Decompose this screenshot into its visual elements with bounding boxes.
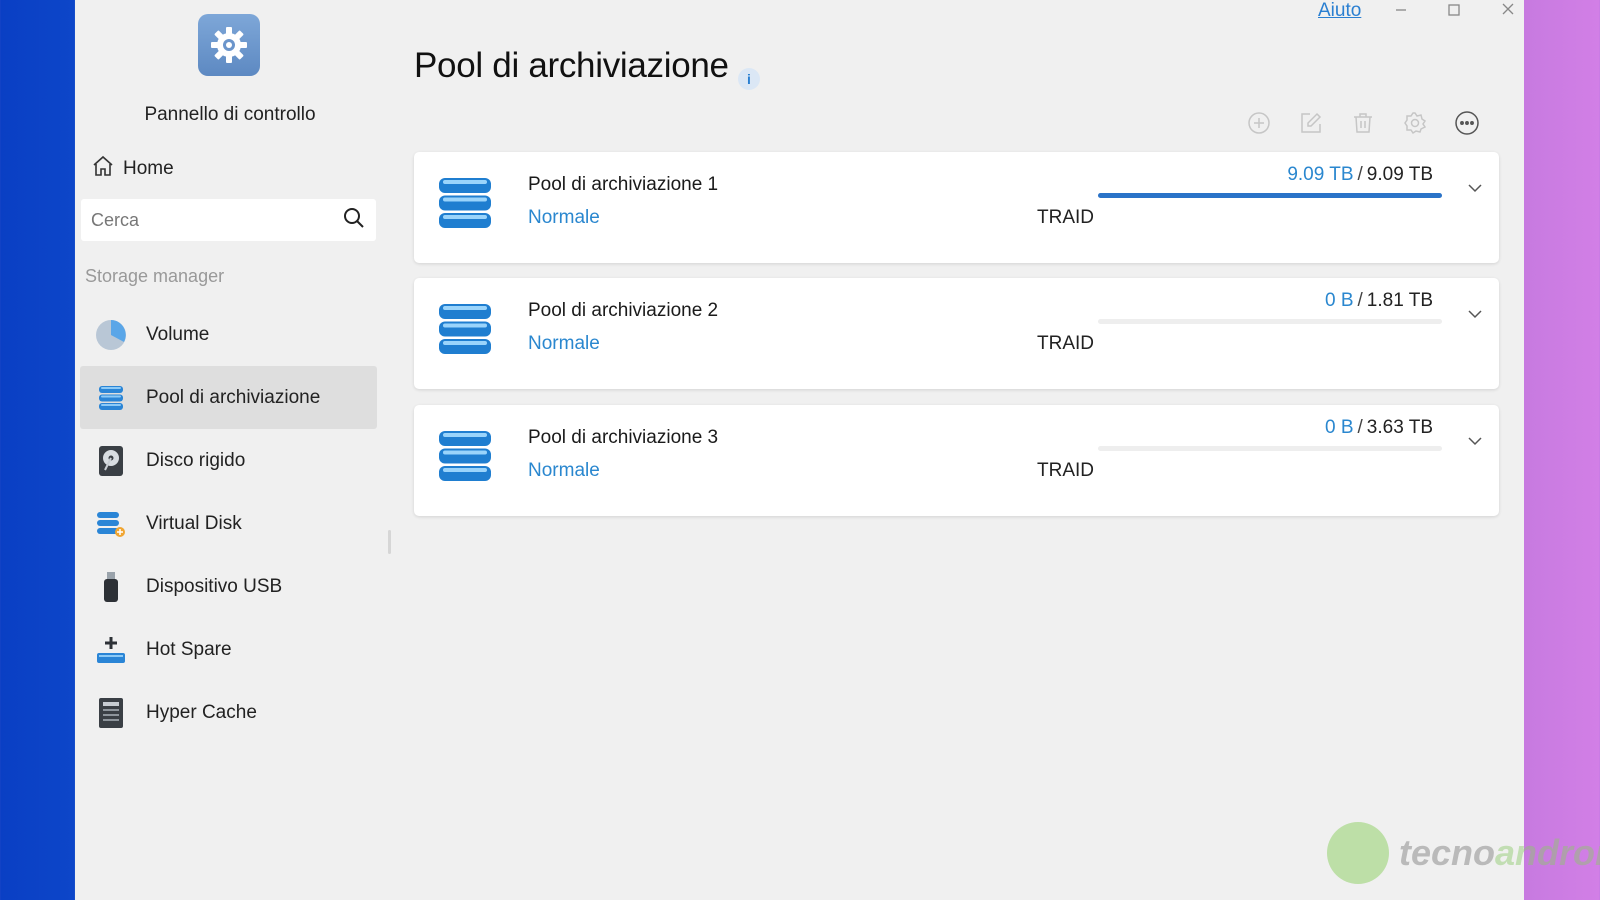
info-icon[interactable]: i [738,68,760,90]
pool-status: Normale [528,333,600,354]
pool-card[interactable]: Pool di archiviazione 2 Normale TRAID 0 … [414,278,1499,389]
watermark-text-b: android [1495,832,1600,873]
usage-bar [1098,446,1442,451]
sidebar-item-storage-pool[interactable]: Pool di archiviazione [80,366,377,429]
sidebar-item-label: Hot Spare [146,638,232,660]
pool-status: Normale [528,460,600,481]
sidebar-item-hard-disk[interactable]: Disco rigido [80,429,377,492]
usage-separator: / [1357,290,1363,311]
sidebar-item-label: Pool di archiviazione [146,386,321,408]
pool-name: Pool di archiviazione 2 [528,300,719,321]
page-title: Pool di archiviazione [414,46,729,85]
delete-icon[interactable] [1350,110,1376,136]
pool-usage: 0 B/1.81 TB [1325,290,1433,312]
pool-usage: 9.09 TB/9.09 TB [1287,164,1433,186]
database-icon [436,427,494,490]
chevron-down-icon[interactable] [1465,304,1485,324]
more-icon[interactable] [1454,110,1480,136]
sidebar-splitter[interactable] [388,530,391,554]
home-link[interactable]: Home [91,154,174,184]
hot-spare-icon [94,633,128,667]
pool-type: TRAID [1037,333,1094,354]
search-icon[interactable] [342,206,366,235]
pool-name: Pool di archiviazione 1 [528,174,719,195]
pool-used: 9.09 TB [1287,164,1354,185]
sidebar-item-label: Dispositivo USB [146,575,283,597]
chevron-down-icon[interactable] [1465,178,1485,198]
pool-used: 0 B [1324,417,1354,438]
sidebar-nav: Volume Pool di archiviazione Disco rigid… [80,303,377,744]
maximize-button[interactable] [1442,0,1466,25]
watermark-text-a: tecno [1399,832,1496,873]
pool-usage: 0 B/3.63 TB [1325,417,1433,439]
pool-used: 0 B [1324,290,1354,311]
sidebar-item-usb-device[interactable]: Dispositivo USB [80,555,377,618]
add-icon[interactable] [1246,110,1272,136]
sidebar-item-label: Volume [146,323,210,345]
home-label: Home [123,158,174,179]
home-icon [91,154,115,184]
pool-total: 9.09 TB [1366,164,1433,185]
virtual-disk-icon [94,507,128,541]
section-label: Storage manager [85,266,225,286]
chevron-down-icon[interactable] [1465,431,1485,451]
usage-bar-fill [1098,193,1442,198]
edit-icon[interactable] [1298,110,1324,136]
sidebar-item-label: Virtual Disk [146,512,242,534]
help-link[interactable]: Aiuto [1318,0,1361,22]
pool-status: Normale [528,207,600,228]
ssd-cache-icon [94,696,128,730]
database-icon [94,381,128,415]
pool-type: TRAID [1037,207,1094,228]
watermark-text: tecnoandroid [1399,832,1600,874]
usage-bar [1098,193,1442,198]
usb-drive-icon [94,570,128,604]
usage-bar [1098,319,1442,324]
gear-icon [198,14,260,76]
database-icon [436,300,494,363]
pool-total: 3.63 TB [1366,417,1433,438]
app-title: Pannello di controllo [144,104,316,125]
app-window: Pannello di controllo Home Storage manag… [75,0,1524,900]
sidebar-item-hot-spare[interactable]: Hot Spare [80,618,377,681]
pie-chart-icon [94,318,128,352]
sidebar-item-hyper-cache[interactable]: Hyper Cache [80,681,377,744]
toolbar [1246,110,1480,136]
database-icon [436,174,494,237]
sidebar: Pannello di controllo Home Storage manag… [75,0,385,900]
sidebar-item-volume[interactable]: Volume [80,303,377,366]
minimize-button[interactable] [1389,0,1413,25]
pool-total: 1.81 TB [1366,290,1433,311]
sidebar-item-virtual-disk[interactable]: Virtual Disk [80,492,377,555]
search-input[interactable] [91,209,342,231]
pool-card[interactable]: Pool di archiviazione 3 Normale TRAID 0 … [414,405,1499,516]
android-logo-icon [1327,822,1389,884]
usage-separator: / [1357,164,1363,185]
pool-card[interactable]: Pool di archiviazione 1 Normale TRAID 9.… [414,152,1499,263]
search-box [81,199,376,241]
close-button[interactable] [1496,0,1520,25]
pool-name: Pool di archiviazione 3 [528,427,719,448]
settings-icon[interactable] [1402,110,1428,136]
watermark-logo: tecnoandroid [1327,822,1600,884]
pool-type: TRAID [1037,460,1094,481]
usage-separator: / [1357,417,1363,438]
sidebar-item-label: Disco rigido [146,449,246,471]
sidebar-item-label: Hyper Cache [146,701,257,723]
hard-disk-icon [94,444,128,478]
